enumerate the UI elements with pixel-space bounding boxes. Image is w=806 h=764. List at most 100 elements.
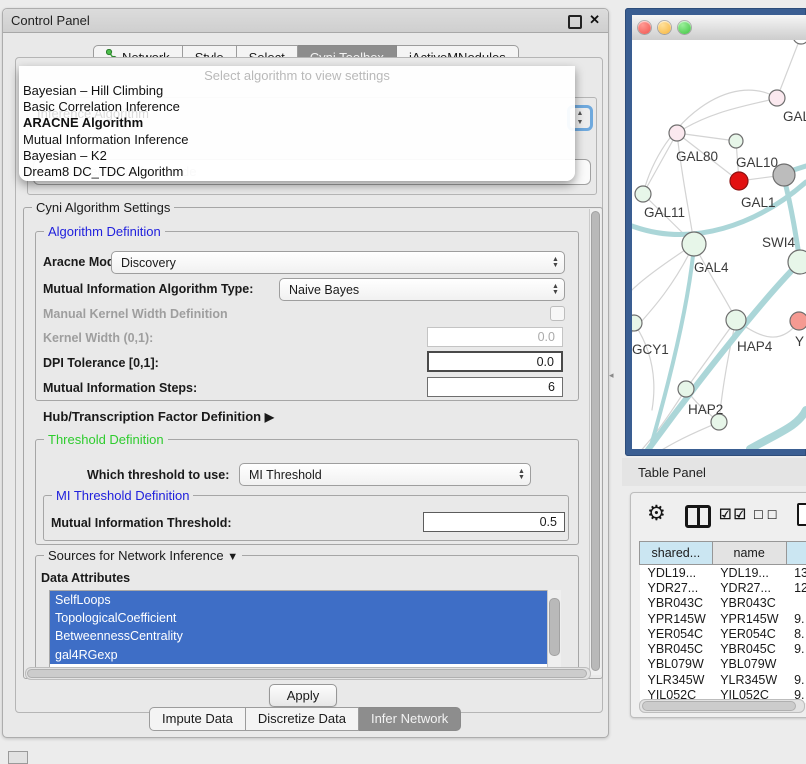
tab-label: Impute Data bbox=[162, 711, 233, 726]
network-node-gal[interactable] bbox=[769, 90, 785, 106]
table-cell[interactable]: YBL079W bbox=[640, 657, 713, 672]
dropdown-item[interactable]: Dream8 DC_TDC Algorithm bbox=[19, 164, 575, 180]
table-row[interactable]: YPR145WYPR145W9. bbox=[640, 611, 806, 626]
column-header-name[interactable]: name bbox=[712, 542, 786, 565]
network-node-gcy1[interactable] bbox=[632, 315, 642, 331]
table-row[interactable]: YER054CYER054C8. bbox=[640, 626, 806, 641]
table-cell[interactable] bbox=[786, 657, 806, 672]
table-cell[interactable]: YBR045C bbox=[640, 641, 713, 656]
network-edge bbox=[643, 133, 677, 194]
table-cell[interactable]: YDR27... bbox=[712, 580, 786, 595]
dpi-tolerance-input[interactable]: 0.0 bbox=[427, 351, 563, 372]
table-cell[interactable]: YBR045C bbox=[712, 641, 786, 656]
table-hscrollbar-thumb[interactable] bbox=[642, 701, 796, 711]
table-row[interactable]: YLR345WYLR345W9. bbox=[640, 672, 806, 687]
apply-button[interactable]: Apply bbox=[269, 684, 337, 707]
network-node-hap4[interactable] bbox=[726, 310, 746, 330]
aracne-mode-combo[interactable]: Discovery ▲▼ bbox=[111, 251, 565, 274]
data-attribute-item[interactable]: BetweennessCentrality bbox=[50, 627, 548, 645]
combo-stepper-icon[interactable]: ▲▼ bbox=[547, 279, 564, 300]
table-horizontal-scrollbar[interactable] bbox=[639, 699, 805, 713]
table-cell[interactable]: YER054C bbox=[640, 626, 713, 641]
table-cell[interactable]: YLR345W bbox=[712, 672, 786, 687]
table-row[interactable]: YBR043CYBR043C bbox=[640, 596, 806, 611]
tab-impute-data[interactable]: Impute Data bbox=[149, 707, 246, 731]
column-header-a[interactable]: A bbox=[786, 542, 806, 565]
mi-type-combo[interactable]: Naive Bayes ▲▼ bbox=[279, 278, 565, 301]
table-cell[interactable]: YDR27... bbox=[640, 580, 713, 595]
table-cell[interactable]: 13 bbox=[786, 565, 806, 581]
close-traffic-light[interactable] bbox=[638, 21, 651, 34]
table-cell[interactable] bbox=[786, 596, 806, 611]
network-node-hap2[interactable] bbox=[678, 381, 694, 397]
mi-steps-input[interactable]: 6 bbox=[427, 377, 563, 397]
table-cell[interactable]: 8. bbox=[786, 626, 806, 641]
control-panel-titlebar[interactable]: Control Panel ✕ bbox=[3, 9, 608, 33]
manual-kernel-checkbox[interactable] bbox=[550, 306, 565, 321]
dropdown-item[interactable]: Bayesian – Hill Climbing bbox=[19, 83, 575, 99]
network-window-titlebar[interactable] bbox=[632, 15, 806, 41]
tab-discretize-data[interactable]: Discretize Data bbox=[246, 707, 359, 731]
table-cell[interactable]: YPR145W bbox=[712, 611, 786, 626]
network-node-swi4[interactable] bbox=[788, 250, 806, 274]
collapse-arrow-icon[interactable]: ▼ bbox=[227, 551, 238, 563]
zoom-traffic-light[interactable] bbox=[678, 21, 691, 34]
attr-list-scrollbar-thumb[interactable] bbox=[549, 598, 560, 656]
table-row[interactable]: YBR045CYBR045C9. bbox=[640, 641, 806, 656]
table-row[interactable]: YDR27...YDR27...12 bbox=[640, 580, 806, 595]
network-node-gal1[interactable] bbox=[730, 172, 748, 190]
minimize-traffic-light[interactable] bbox=[658, 21, 671, 34]
table-cell[interactable]: 9. bbox=[786, 641, 806, 656]
columns-icon[interactable] bbox=[685, 505, 711, 528]
close-icon[interactable]: ✕ bbox=[589, 12, 600, 28]
expand-arrow-icon[interactable]: ▶ bbox=[265, 410, 274, 424]
table-row[interactable]: YDL19...YDL19...13 bbox=[640, 565, 806, 581]
network-node-gal10[interactable] bbox=[729, 134, 743, 148]
table-cell[interactable]: 9. bbox=[786, 611, 806, 626]
data-attribute-item[interactable]: TopologicalCoefficient bbox=[50, 609, 548, 627]
attr-list-scrollbar[interactable] bbox=[547, 590, 561, 667]
table-cell[interactable]: YBR043C bbox=[712, 596, 786, 611]
table-cell[interactable]: YDL19... bbox=[712, 565, 786, 581]
table-cell[interactable]: 12 bbox=[786, 580, 806, 595]
network-node-gal4[interactable] bbox=[682, 232, 706, 256]
combo-stepper-icon[interactable]: ▲▼ bbox=[547, 252, 564, 273]
data-attribute-item[interactable]: gal4RGexp bbox=[50, 646, 548, 664]
network-canvas[interactable]: GALGAL80GAL10GAL1GAL11SWI4GAL4GCY1HAP4YH… bbox=[632, 40, 806, 449]
table-row[interactable]: YBL079WYBL079W bbox=[640, 657, 806, 672]
window-grip[interactable] bbox=[8, 751, 28, 764]
settings-scrollbar-thumb[interactable] bbox=[591, 211, 600, 671]
network-node-y[interactable] bbox=[790, 312, 806, 330]
table-cell[interactable]: YER054C bbox=[712, 626, 786, 641]
table-cell[interactable]: YPR145W bbox=[640, 611, 713, 626]
gear-icon[interactable]: ⚙ bbox=[647, 501, 666, 526]
deselect-all-checks-icon[interactable]: ☐☐ bbox=[753, 508, 781, 522]
settings-hscrollbar-thumb[interactable] bbox=[27, 669, 587, 678]
network-node[interactable] bbox=[793, 40, 806, 44]
hub-definition-toggle[interactable]: Hub/Transcription Factor Definition ▶ bbox=[43, 409, 274, 424]
table-cell[interactable]: YBL079W bbox=[712, 657, 786, 672]
settings-horizontal-scrollbar[interactable] bbox=[25, 667, 591, 680]
dropdown-item[interactable]: Mutual Information Inference bbox=[19, 132, 575, 148]
tab-infer-network[interactable]: Infer Network bbox=[359, 707, 461, 731]
float-window-icon[interactable] bbox=[568, 15, 582, 29]
new-table-icon[interactable] bbox=[797, 503, 806, 526]
table-cell[interactable]: YLR345W bbox=[640, 672, 713, 687]
which-threshold-combo[interactable]: MI Threshold ▲▼ bbox=[239, 463, 531, 486]
splitter-arrow-icon[interactable]: ◂ bbox=[609, 370, 614, 381]
network-node-gal11[interactable] bbox=[635, 186, 651, 202]
network-node-gal80[interactable] bbox=[669, 125, 685, 141]
kernel-width-input[interactable]: 0.0 bbox=[427, 327, 563, 347]
panel-title: Control Panel bbox=[11, 13, 90, 28]
dropdown-item[interactable]: Bayesian – K2 bbox=[19, 148, 575, 164]
table-cell[interactable]: YBR043C bbox=[640, 596, 713, 611]
settings-vertical-scrollbar[interactable] bbox=[589, 209, 601, 675]
combo-stepper-icon[interactable]: ▲▼ bbox=[513, 464, 530, 485]
sources-title-row[interactable]: Sources for Network Inference ▼ bbox=[44, 548, 242, 563]
table-cell[interactable]: 9. bbox=[786, 672, 806, 687]
mi-threshold-input[interactable]: 0.5 bbox=[423, 512, 565, 532]
table-cell[interactable]: YDL19... bbox=[640, 565, 713, 581]
column-header-shared[interactable]: shared... bbox=[640, 542, 713, 565]
select-all-checks-icon[interactable]: ☑☑ bbox=[719, 506, 748, 523]
data-attribute-item[interactable]: SelfLoops bbox=[50, 591, 548, 609]
